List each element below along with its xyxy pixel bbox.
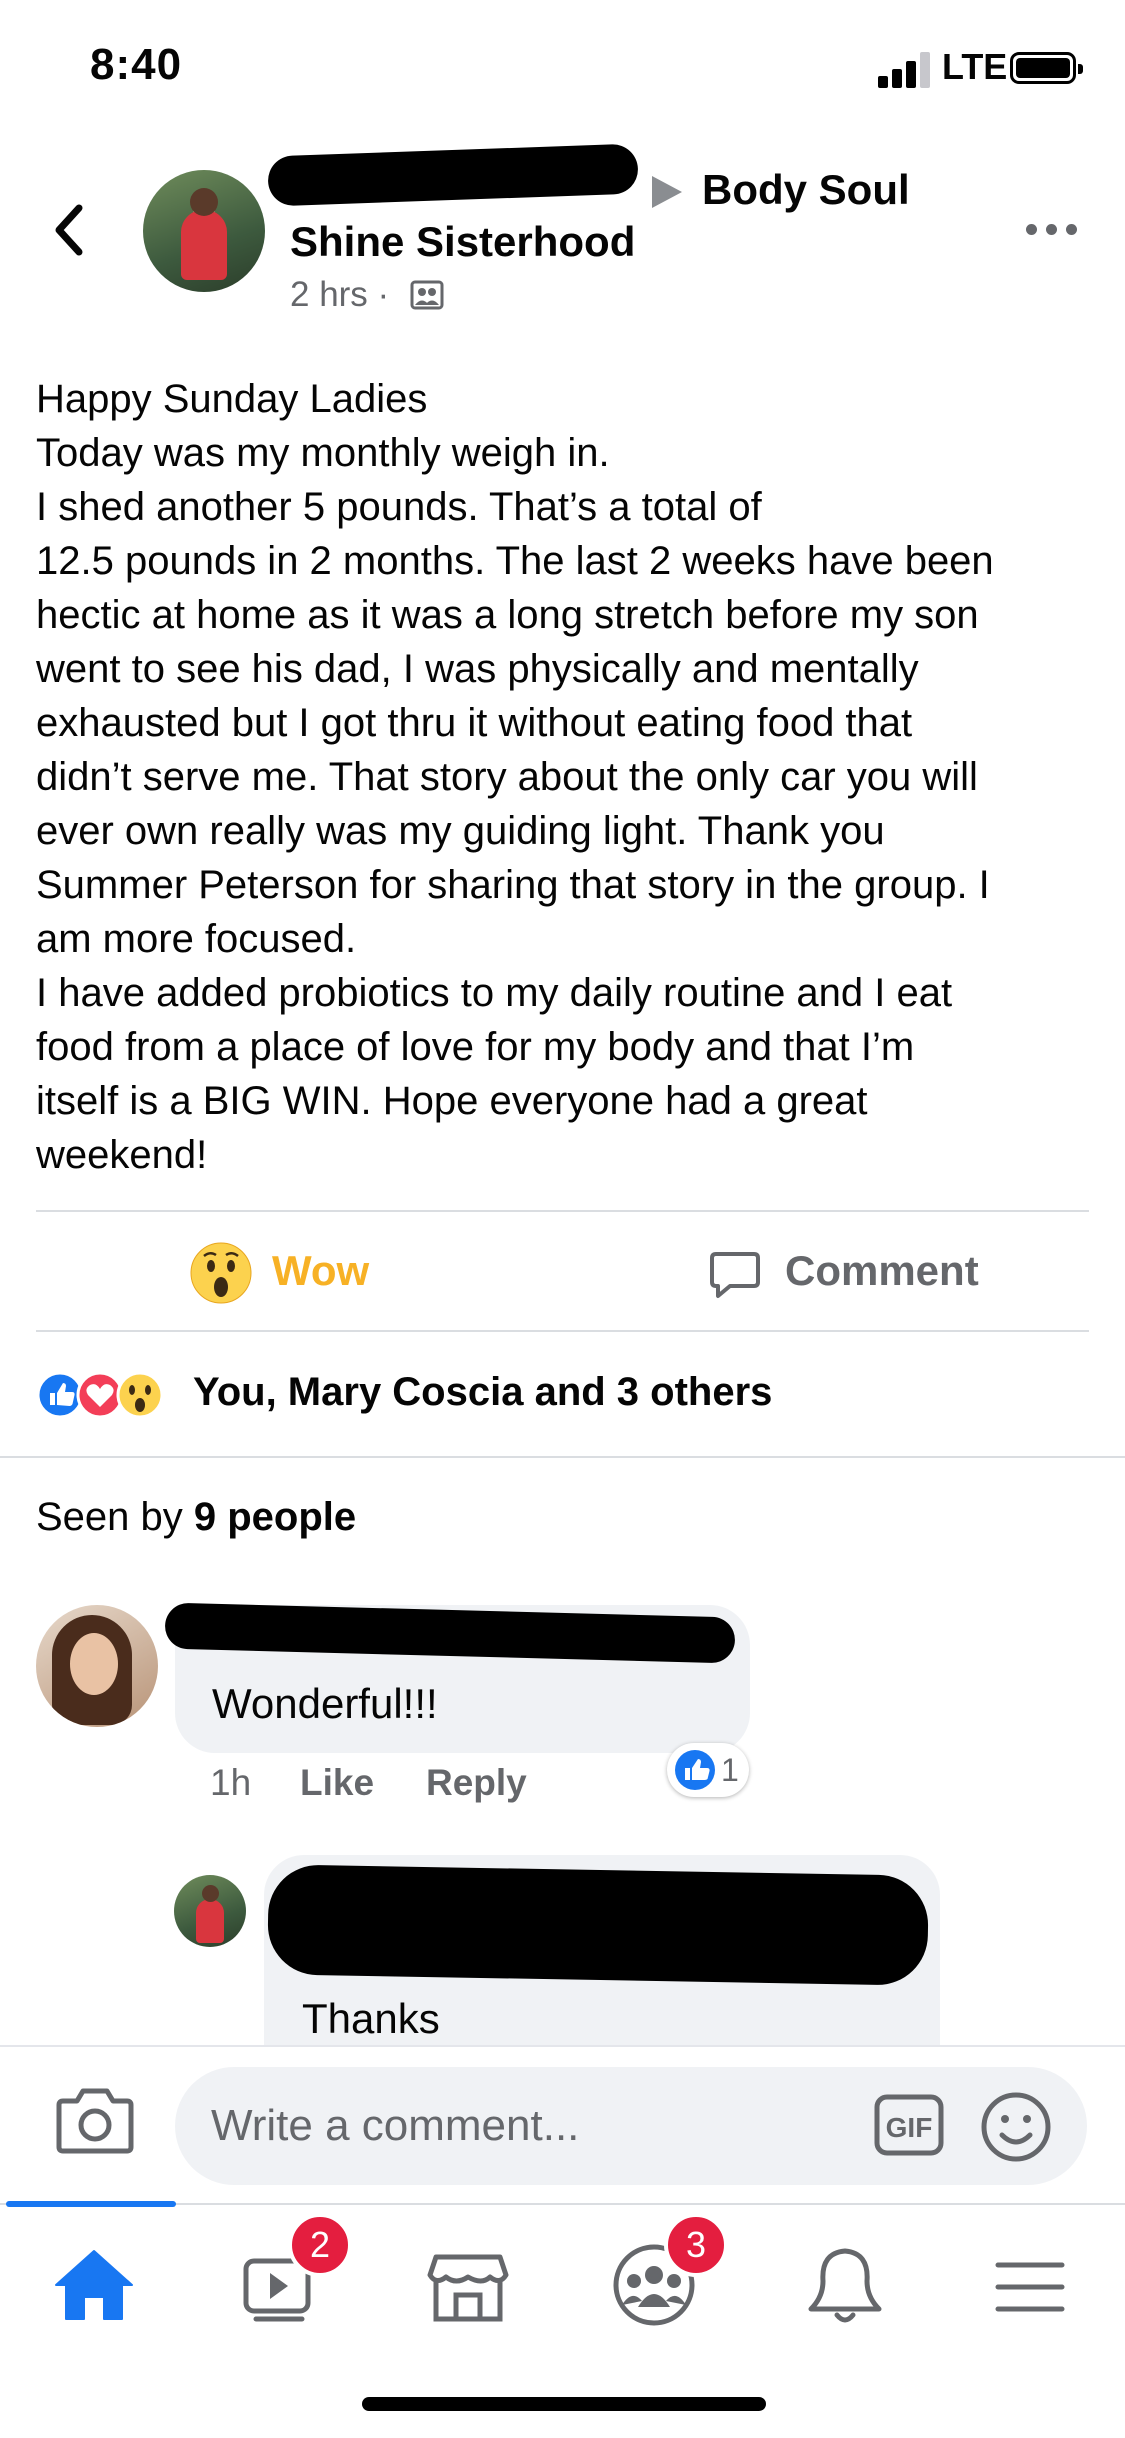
marketplace-icon[interactable]	[418, 2235, 518, 2335]
comment-text: Wonderful!!!	[212, 1680, 438, 1727]
post-line: exhausted but I got thru it without eati…	[36, 701, 913, 745]
active-tab-indicator	[6, 2201, 176, 2207]
reply-text: Thanks	[302, 1995, 440, 2042]
battery-icon	[1010, 52, 1083, 84]
status-time: 8:40	[90, 40, 183, 89]
comment-like-button[interactable]: Like	[300, 1762, 374, 1804]
post-line: food from a place of love for my body an…	[36, 1025, 915, 1069]
divider	[0, 1456, 1125, 1458]
watch-icon[interactable]: 2	[232, 2213, 352, 2335]
divider	[36, 1330, 1089, 1332]
reply-author-avatar[interactable]	[174, 1875, 246, 1947]
signal-icon	[878, 52, 934, 88]
home-icon[interactable]	[44, 2235, 144, 2335]
group-name-continued[interactable]: Shine Sisterhood	[290, 218, 635, 266]
seen-by-prefix: Seen by	[36, 1495, 194, 1539]
post-line: didn’t serve me. That story about the on…	[36, 755, 978, 799]
camera-icon[interactable]	[55, 2085, 135, 2155]
watch-badge: 2	[288, 2213, 352, 2277]
gif-label: GIF	[886, 2112, 933, 2143]
wow-emoji-icon[interactable]	[190, 1242, 252, 1304]
post-line: 12.5 pounds in 2 months. The last 2 week…	[36, 539, 994, 583]
comment-input[interactable]	[175, 2067, 1087, 2185]
post-line: I have added probiotics to my daily rout…	[36, 971, 953, 1015]
arrow-right-icon	[652, 176, 682, 208]
groups-badge: 3	[664, 2213, 728, 2277]
like-icon	[675, 1750, 715, 1790]
post-line: am more focused.	[36, 917, 357, 961]
redacted-author-name	[267, 143, 639, 207]
seen-by[interactable]: Seen by 9 people	[36, 1495, 356, 1540]
network-label: LTE	[942, 46, 1008, 87]
comment-reaction-badge[interactable]: 1	[667, 1743, 749, 1797]
post-line: itself is a BIG WIN. Hope everyone had a…	[36, 1079, 868, 1123]
groups-icon[interactable]: 3	[604, 2213, 728, 2335]
author-avatar[interactable]	[143, 170, 265, 292]
back-chevron-icon[interactable]	[45, 200, 95, 260]
post-timestamp[interactable]: 2 hrs ·	[290, 275, 389, 315]
group-audience-icon	[410, 278, 444, 312]
post-line: went to see his dad, I was physically an…	[36, 647, 919, 691]
commenter-avatar[interactable]	[36, 1605, 158, 1727]
more-dots-icon[interactable]	[1024, 210, 1080, 250]
post-text: Happy Sunday Ladies Today was my monthly…	[36, 372, 1096, 1182]
comment-time: 1h	[210, 1762, 252, 1803]
post-line: Happy Sunday Ladies	[36, 377, 428, 421]
reactions-summary[interactable]: You, Mary Coscia and 3 others	[193, 1370, 772, 1415]
reaction-icons[interactable]	[36, 1365, 186, 1425]
home-indicator	[362, 2397, 766, 2411]
wow-reaction-button[interactable]: Wow	[272, 1247, 369, 1295]
post-line: Today was my monthly weigh in.	[36, 431, 610, 475]
redacted-reply-author	[267, 1864, 929, 1986]
comment-button[interactable]: Comment	[785, 1247, 979, 1295]
group-name[interactable]: Body Soul	[702, 166, 910, 214]
seen-by-count: 9 people	[193, 1495, 357, 1539]
comment-bubble-icon[interactable]	[708, 1248, 762, 1302]
post-line: I shed another 5 pounds. That’s a total …	[36, 485, 762, 529]
post-line: ever own really was my guiding light. Th…	[36, 809, 885, 853]
divider	[36, 1210, 1089, 1212]
notifications-icon[interactable]	[795, 2235, 895, 2335]
post-line: weekend!	[36, 1133, 208, 1177]
post-line: Summer Peterson for sharing that story i…	[36, 863, 990, 907]
post-line: hectic at home as it was a long stretch …	[36, 593, 979, 637]
comment-reply-button[interactable]: Reply	[426, 1762, 527, 1804]
reaction-count: 1	[721, 1752, 739, 1788]
menu-icon[interactable]	[980, 2235, 1080, 2335]
emoji-smiley-icon[interactable]	[980, 2091, 1052, 2163]
gif-icon[interactable]: GIF	[873, 2091, 945, 2159]
